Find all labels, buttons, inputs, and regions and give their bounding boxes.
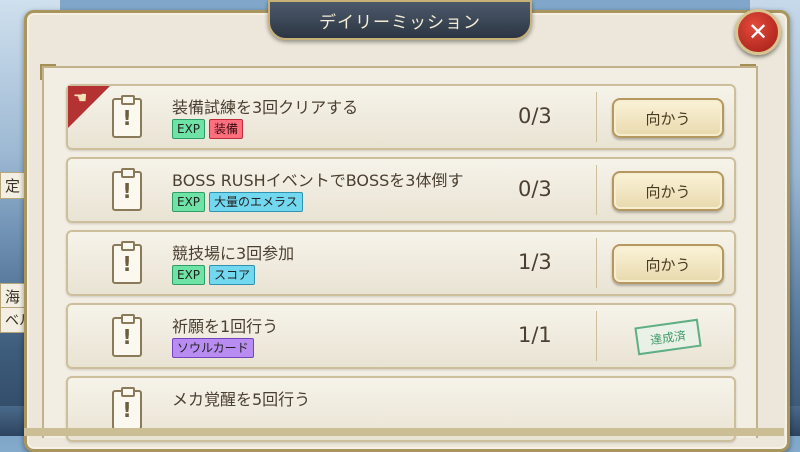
reward-tags: EXP スコア	[172, 265, 256, 285]
clipboard-icon: !	[112, 95, 142, 138]
close-button[interactable]: ✕	[735, 9, 781, 55]
clipboard-icon: !	[112, 168, 142, 211]
completed-stamp: 達成済	[634, 318, 702, 356]
mission-progress: 1/3	[518, 250, 552, 274]
window-title-text: デイリーミッション	[319, 12, 481, 33]
row-divider	[596, 165, 597, 215]
reward-tags: EXP 大量のエメラス	[172, 192, 303, 212]
background-label: 定	[0, 172, 26, 199]
clipboard-icon: !	[112, 314, 142, 357]
reward-tag-equipment: 装備	[209, 119, 244, 139]
reward-tag-exp: EXP	[172, 119, 206, 139]
reward-tags: EXP 装備	[172, 119, 244, 139]
row-divider	[596, 92, 597, 142]
mission-title: 祈願を1回行う	[172, 317, 279, 336]
row-divider	[596, 311, 597, 361]
reward-tag-emeras: 大量のエメラス	[209, 192, 303, 212]
mission-row: ☚ ! 装備試練を3回クリアする EXP 装備 0/3 向かう	[66, 84, 736, 150]
background-label: 海	[0, 283, 26, 310]
mission-title: 装備試練を3回クリアする	[172, 98, 359, 117]
panel-bottom-edge	[24, 428, 784, 436]
go-button[interactable]: 向かう	[612, 171, 724, 211]
clipboard-icon: !	[112, 241, 142, 284]
go-button[interactable]: 向かう	[612, 98, 724, 138]
go-button[interactable]: 向かう	[612, 244, 724, 284]
mission-progress: 0/3	[518, 177, 552, 201]
mission-row: ! 祈願を1回行う ソウルカード 1/1 達成済	[66, 303, 736, 369]
reward-tag-exp: EXP	[172, 265, 206, 285]
mission-title: BOSS RUSHイベントでBOSSを3体倒す	[172, 171, 464, 190]
mission-title: メカ覚醒を5回行う	[172, 390, 311, 409]
reward-tag-soul-card: ソウルカード	[172, 338, 254, 358]
mission-title: 競技場に3回参加	[172, 244, 295, 263]
mission-progress: 0/3	[518, 104, 552, 128]
mission-row: ! BOSS RUSHイベントでBOSSを3体倒す EXP 大量のエメラス 0/…	[66, 157, 736, 223]
pointing-hand-icon: ☚	[73, 88, 88, 107]
row-divider	[596, 238, 597, 288]
reward-tag-score: スコア	[209, 265, 256, 285]
close-icon: ✕	[747, 18, 769, 46]
mission-progress: 1/1	[518, 323, 552, 347]
window-title: デイリーミッション	[268, 0, 532, 40]
mission-row: ! 競技場に3回参加 EXP スコア 1/3 向かう	[66, 230, 736, 296]
reward-tag-exp: EXP	[172, 192, 206, 212]
clipboard-icon: !	[112, 387, 142, 430]
reward-tags: ソウルカード	[172, 338, 254, 358]
